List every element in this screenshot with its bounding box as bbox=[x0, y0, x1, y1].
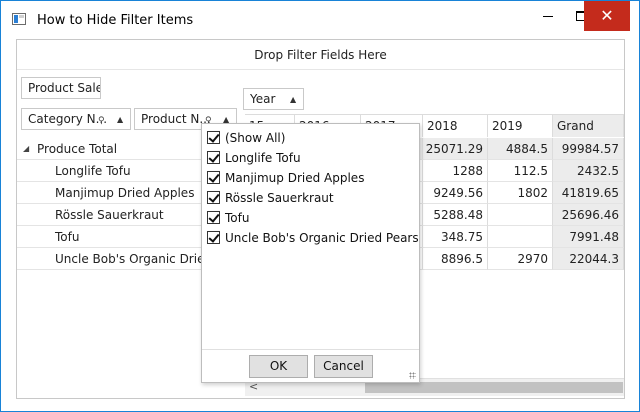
row-label: Manjimup Dried Apples bbox=[55, 186, 195, 200]
grand-total-cell[interactable]: 2432.5 bbox=[553, 160, 624, 182]
filter-item-label: Rössle Sauerkraut bbox=[225, 191, 334, 205]
app-icon bbox=[12, 13, 26, 25]
filter-item-label: Manjimup Dried Apples bbox=[225, 171, 365, 185]
table-cell[interactable]: 2970 bbox=[488, 248, 553, 270]
cancel-button[interactable]: Cancel bbox=[314, 355, 373, 378]
grand-total-cell[interactable]: 41819.65 bbox=[553, 182, 624, 204]
sort-up-icon: ▲ bbox=[290, 95, 297, 104]
scrollbar-thumb[interactable] bbox=[365, 382, 623, 393]
close-button[interactable]: ✕ bbox=[584, 1, 630, 31]
table-cell[interactable]: 112.5 bbox=[488, 160, 553, 182]
row-label: Produce Total bbox=[37, 142, 118, 156]
table-cell[interactable]: 4884.5 bbox=[488, 138, 553, 160]
table-cell[interactable] bbox=[488, 226, 553, 248]
row-label: Uncle Bob's Organic Dried P bbox=[55, 252, 224, 266]
row-label: Tofu bbox=[55, 230, 80, 244]
table-cell[interactable]: 348.75 bbox=[423, 226, 488, 248]
filter-item-label: Longlife Tofu bbox=[225, 151, 301, 165]
table-cell[interactable]: 8896.5 bbox=[423, 248, 488, 270]
window-title: How to Hide Filter Items bbox=[37, 13, 194, 28]
filter-item-label: Uncle Bob's Organic Dried Pears bbox=[225, 231, 419, 245]
checkbox-checked-icon[interactable] bbox=[207, 231, 220, 244]
filter-icon[interactable]: ⚲ bbox=[98, 111, 105, 129]
collapse-icon[interactable]: ◢ bbox=[23, 138, 29, 160]
minimize-icon bbox=[543, 15, 553, 17]
checkbox-checked-icon[interactable] bbox=[207, 131, 220, 144]
main-window: How to Hide Filter Items ✕ Drop Filter F… bbox=[0, 0, 640, 412]
table-cell[interactable]: 9249.56 bbox=[423, 182, 488, 204]
grand-total-cell[interactable]: 7991.48 bbox=[553, 226, 624, 248]
title-bar[interactable]: How to Hide Filter Items ✕ bbox=[1, 1, 639, 35]
column-header[interactable]: 2019 bbox=[488, 114, 553, 137]
filter-item-label: Tofu bbox=[225, 211, 250, 225]
close-icon: ✕ bbox=[600, 6, 614, 25]
column-field-label: Year bbox=[250, 92, 276, 106]
table-cell[interactable] bbox=[488, 204, 553, 226]
checkbox-checked-icon[interactable] bbox=[207, 191, 220, 204]
data-field-product-sales[interactable]: Product Sales bbox=[21, 77, 101, 99]
grand-total-cell[interactable]: 99984.57 bbox=[553, 138, 624, 160]
checkbox-checked-icon[interactable] bbox=[207, 211, 220, 224]
grand-total-cell[interactable]: 25696.46 bbox=[553, 204, 624, 226]
resize-grip-icon[interactable] bbox=[409, 372, 416, 379]
ok-button[interactable]: OK bbox=[249, 355, 308, 378]
row-field-category-label: Category N... bbox=[28, 112, 108, 126]
checkbox-checked-icon[interactable] bbox=[207, 171, 220, 184]
column-field-year[interactable]: Year ▲ bbox=[243, 88, 304, 110]
column-header[interactable]: 2018 bbox=[423, 114, 488, 137]
row-label: Rössle Sauerkraut bbox=[55, 208, 164, 222]
sort-up-icon: ▲ bbox=[117, 115, 124, 124]
data-field-label: Product Sales bbox=[28, 81, 100, 95]
row-field-category[interactable]: Category N... ⚲ ▲ bbox=[21, 108, 131, 130]
filter-popup: (Show All) Longlife Tofu Manjimup Dried Ap… bbox=[201, 123, 420, 383]
popup-divider bbox=[202, 349, 419, 350]
table-cell[interactable]: 1288 bbox=[423, 160, 488, 182]
table-cell[interactable]: 1802 bbox=[488, 182, 553, 204]
table-cell[interactable]: 5288.48 bbox=[423, 204, 488, 226]
row-label: Longlife Tofu bbox=[55, 164, 131, 178]
filter-drop-area[interactable]: Drop Filter Fields Here bbox=[17, 40, 624, 70]
filter-item-label: (Show All) bbox=[225, 131, 286, 145]
grand-total-cell[interactable]: 22044.3 bbox=[553, 248, 624, 270]
column-header-grand-total[interactable]: Grand Total bbox=[553, 114, 624, 156]
checkbox-checked-icon[interactable] bbox=[207, 151, 220, 164]
table-cell[interactable]: 25071.29 bbox=[423, 138, 488, 160]
